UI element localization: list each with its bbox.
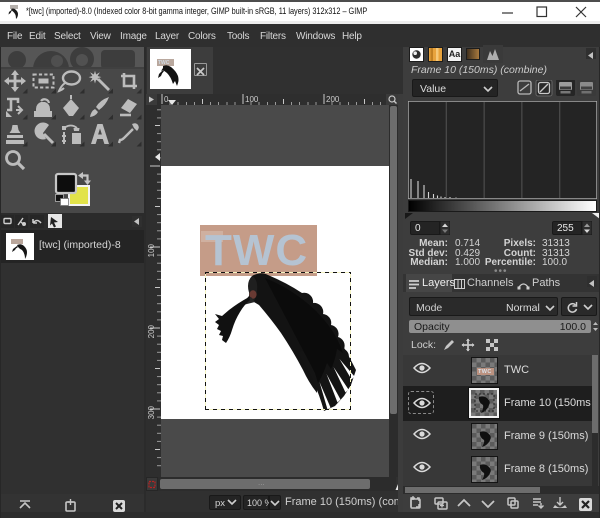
svg-text:200: 200 — [147, 324, 156, 338]
svg-text:100: 100 — [147, 243, 156, 257]
svg-text:100: 100 — [245, 95, 259, 104]
svg-text:300: 300 — [147, 405, 156, 419]
svg-text:0: 0 — [164, 95, 169, 104]
svg-text:200: 200 — [326, 95, 340, 104]
